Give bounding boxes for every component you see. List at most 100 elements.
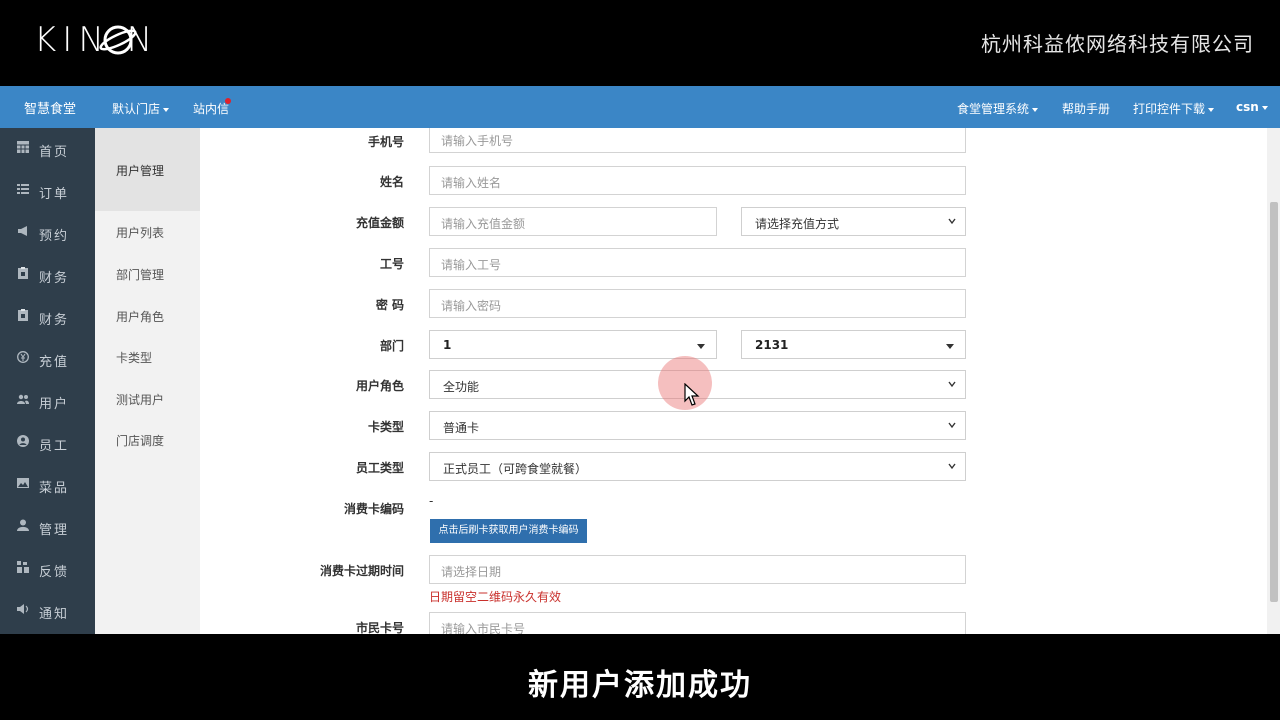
user-role-label: 用户角色 <box>355 379 404 393</box>
sidebar-item-label: 菜品 <box>39 481 70 496</box>
planet-logo-icon <box>99 25 137 55</box>
print-download-label: 打印控件下载 <box>1133 102 1206 116</box>
system-dropdown-label: 食堂管理系统 <box>957 102 1030 116</box>
sidebar-item-recharge[interactable]: 充值 <box>0 338 95 379</box>
caret-down-icon <box>1032 107 1039 112</box>
subnav-header[interactable]: 用户管理 <box>95 128 200 211</box>
unread-dot <box>225 98 231 104</box>
scrollbar-thumb[interactable] <box>1270 202 1278 602</box>
phone-label: 手机号 <box>367 135 404 149</box>
password-input[interactable]: 请输入密码 <box>429 289 966 318</box>
subnav-item-card-types[interactable]: 卡类型 <box>116 349 152 366</box>
card-expire-label: 消费卡过期时间 <box>319 564 404 578</box>
name-label: 姓名 <box>379 175 404 189</box>
chevron-down-icon <box>948 463 956 470</box>
store-dropdown[interactable]: 默认门店 <box>112 100 170 117</box>
sidebar-item-manage[interactable]: 管理 <box>0 506 95 547</box>
staff-type-select[interactable]: 正式员工（可跨食堂就餐） <box>429 452 966 481</box>
company-name: 杭州科益侬网络科技有限公司 <box>981 32 1254 56</box>
subnav-header-label: 用户管理 <box>116 164 165 178</box>
sidebar-item-users[interactable]: 用户 <box>0 380 95 421</box>
image-icon <box>17 478 29 488</box>
sidebar-item-label: 充值 <box>39 355 70 370</box>
sidebar-item-notice[interactable]: 通知 <box>0 590 95 631</box>
card-type-label: 卡类型 <box>367 420 404 434</box>
staff-type-label: 员工类型 <box>355 461 404 475</box>
sidebar-item-staff[interactable]: 员工 <box>0 422 95 463</box>
user-circle-icon <box>17 435 29 447</box>
department-label: 部门 <box>379 339 404 353</box>
yen-icon <box>17 351 29 363</box>
department-select-1[interactable]: 1 <box>429 330 717 359</box>
card-expire-date-input[interactable]: 请选择日期 <box>429 555 966 584</box>
list-icon <box>17 184 29 194</box>
chevron-down-icon <box>948 218 956 225</box>
sidebar-item-dishes[interactable]: 菜品 <box>0 464 95 505</box>
expire-hint: 日期留空二维码永久有效 <box>429 590 562 604</box>
messages-label: 站内信 <box>193 102 230 116</box>
video-caption: 新用户添加成功 <box>528 668 752 703</box>
password-label: 密 码 <box>375 298 404 312</box>
card-type-value: 普通卡 <box>443 421 480 435</box>
department-select-2[interactable]: 2131 <box>741 330 966 359</box>
feedback-icon <box>17 561 29 573</box>
content-scrollbar[interactable] <box>1267 128 1280 634</box>
sidebar-item-label: 财务 <box>39 271 70 286</box>
caret-down-icon <box>1261 105 1268 110</box>
sidebar-item-label: 订单 <box>39 187 70 202</box>
messages-link[interactable]: 站内信 <box>193 100 229 117</box>
system-dropdown[interactable]: 食堂管理系统 <box>957 100 1039 117</box>
sub-navigation: 用户管理 用户列表 部门管理 用户角色 卡类型 测试用户 门店调度 <box>95 128 200 634</box>
card-code-value: - <box>429 494 434 508</box>
table-icon <box>17 141 29 153</box>
clipboard-icon <box>18 309 28 321</box>
recharge-method-select[interactable]: 请选择充值方式 <box>741 207 966 236</box>
name-input[interactable]: 请输入姓名 <box>429 166 966 195</box>
sidebar-item-orders[interactable]: 订单 <box>0 170 95 211</box>
caret-down-icon <box>697 344 705 349</box>
app-brand[interactable]: 智慧食堂 <box>24 98 76 117</box>
users-icon <box>17 394 29 404</box>
subnav-item-store-dispatch[interactable]: 门店调度 <box>116 432 164 449</box>
sidebar-item-finance-2[interactable]: 财务 <box>0 296 95 337</box>
chevron-down-icon <box>948 381 956 388</box>
help-label: 帮助手册 <box>1062 102 1111 116</box>
fetch-card-code-button[interactable]: 点击后刷卡获取用户消费卡编码 <box>430 519 587 543</box>
print-download-dropdown[interactable]: 打印控件下载 <box>1133 100 1215 117</box>
help-link[interactable]: 帮助手册 <box>1062 100 1110 117</box>
subnav-item-departments[interactable]: 部门管理 <box>116 266 164 283</box>
user-role-value: 全功能 <box>443 380 480 394</box>
card-type-select[interactable]: 普通卡 <box>429 411 966 440</box>
sidebar-item-label: 首页 <box>39 145 70 160</box>
department-value-1: 1 <box>443 338 452 352</box>
sidebar-item-booking[interactable]: 预约 <box>0 212 95 253</box>
recharge-amount-label: 充值金额 <box>355 216 404 230</box>
sidebar-item-home[interactable]: 首页 <box>0 128 95 169</box>
store-dropdown-label: 默认门店 <box>112 102 161 116</box>
subnav-item-user-roles[interactable]: 用户角色 <box>116 308 164 325</box>
user-menu-label: csn <box>1236 100 1259 114</box>
recharge-amount-input[interactable]: 请输入充值金额 <box>429 207 717 236</box>
sidebar-item-label: 员工 <box>39 439 70 454</box>
sidebar-item-label: 预约 <box>39 229 70 244</box>
top-navbar: 智慧食堂 默认门店 站内信 食堂管理系统 帮助手册 打印控件下载 csn <box>0 86 1280 128</box>
staff-type-value: 正式员工（可跨食堂就餐） <box>443 462 588 476</box>
brand-logo: KIN N <box>34 20 158 60</box>
user-menu[interactable]: csn <box>1236 100 1268 114</box>
card-code-label: 消费卡编码 <box>343 502 404 516</box>
sidebar-item-finance[interactable]: 财务 <box>0 254 95 295</box>
citizen-card-input[interactable]: 请输入市民卡号 <box>429 612 966 634</box>
sidebar-item-feedback[interactable]: 反馈 <box>0 548 95 589</box>
subnav-item-user-list[interactable]: 用户列表 <box>116 224 164 241</box>
subnav-item-test-users[interactable]: 测试用户 <box>116 391 164 408</box>
sidebar-item-label: 用户 <box>39 397 70 412</box>
caret-down-icon <box>163 107 170 112</box>
caret-down-icon <box>1208 107 1215 112</box>
volume-icon <box>17 604 29 614</box>
caret-down-icon <box>946 344 954 349</box>
phone-input[interactable]: 请输入手机号 <box>429 128 966 153</box>
job-number-label: 工号 <box>379 257 404 271</box>
user-form: 手机号 请输入手机号 姓名 请输入姓名 充值金额 请输入充值金额 请选择充值方式… <box>200 128 1267 634</box>
job-number-input[interactable]: 请输入工号 <box>429 248 966 277</box>
department-value-2: 2131 <box>755 338 789 352</box>
